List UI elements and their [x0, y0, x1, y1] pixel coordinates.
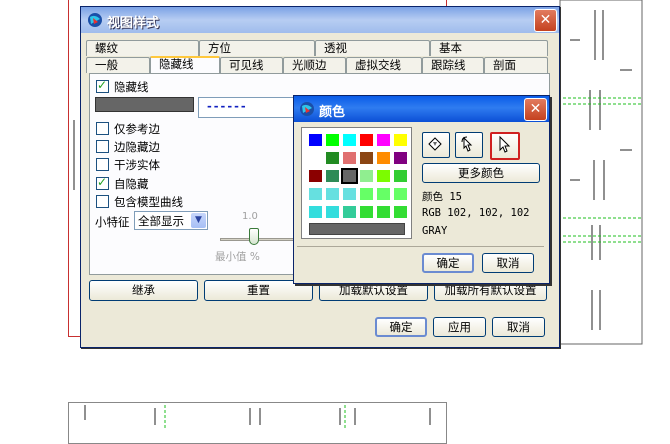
small-feature-value: 全部显示: [138, 214, 184, 228]
color-swatch[interactable]: [377, 134, 390, 146]
color-swatch[interactable]: [377, 152, 390, 164]
color-cancel-button[interactable]: 取消: [482, 253, 534, 273]
color-swatch[interactable]: [360, 188, 373, 200]
bucket-icon: [428, 137, 442, 151]
arrow-undo-icon: [461, 136, 473, 152]
line-color-button[interactable]: [95, 97, 194, 112]
edges-hide-edges-label: 边隐藏边: [114, 140, 160, 154]
color-swatch[interactable]: [309, 170, 322, 182]
chevron-down-icon[interactable]: ▼: [191, 213, 206, 228]
drawing-frame-lower: [68, 402, 447, 444]
color-swatch[interactable]: [343, 188, 356, 200]
tab-row-1: 螺纹 方位 透视 基本: [86, 40, 552, 56]
tab-trace-lines[interactable]: 跟踪线: [422, 57, 484, 73]
small-feature-label: 小特征: [95, 215, 130, 229]
app-logo-icon: [300, 102, 314, 116]
ok-button[interactable]: 确定: [375, 317, 427, 337]
dialog-title: 视图样式: [107, 16, 160, 31]
color-swatch[interactable]: [377, 170, 390, 182]
self-hidden-label: 自隐藏: [114, 177, 149, 191]
color-swatch[interactable]: [360, 170, 373, 182]
color-dialog-close-button[interactable]: ✕: [524, 98, 547, 121]
interfering-solids-label: 干涉实体: [114, 158, 160, 172]
color-swatch[interactable]: [341, 168, 358, 184]
inherit-button[interactable]: 继承: [89, 280, 198, 301]
color-swatch[interactable]: [309, 188, 322, 200]
color-swatch[interactable]: [360, 152, 373, 164]
rgb-label: RGB 102, 102, 102: [422, 207, 530, 219]
undo-pick-button[interactable]: [455, 132, 483, 158]
color-swatch[interactable]: [394, 170, 407, 182]
selected-color-preview: [309, 223, 405, 235]
color-swatch[interactable]: [360, 134, 373, 146]
close-button[interactable]: ✕: [534, 9, 557, 32]
cancel-button[interactable]: 取消: [492, 317, 545, 337]
color-dialog-titlebar[interactable]: 颜色 ✕: [294, 96, 549, 122]
tab-virtual-intersections[interactable]: 虚拟交线: [346, 57, 422, 73]
slider-value-label: 1.0: [242, 211, 258, 222]
color-swatch[interactable]: [309, 206, 322, 218]
color-swatch[interactable]: [343, 206, 356, 218]
color-swatch[interactable]: [377, 206, 390, 218]
divider: [297, 246, 544, 247]
color-index-label: 颜色 15: [422, 191, 462, 203]
slider-min-label: 最小值 %: [215, 251, 260, 263]
tab-perspective[interactable]: 透视: [315, 40, 430, 56]
select-pointer-button[interactable]: [490, 132, 520, 160]
tab-general[interactable]: 一般: [86, 57, 150, 73]
pointer-icon: [499, 135, 511, 153]
tab-basic[interactable]: 基本: [430, 40, 548, 56]
hidden-lines-checkbox[interactable]: [96, 78, 109, 93]
tab-hidden-lines[interactable]: 隐藏线: [150, 56, 220, 73]
tab-orientation[interactable]: 方位: [199, 40, 315, 56]
interfering-solids-checkbox[interactable]: [96, 158, 109, 171]
edges-hide-edges-checkbox[interactable]: [96, 140, 109, 153]
apply-button[interactable]: 应用: [433, 317, 486, 337]
line-style-dropdown[interactable]: ------: [198, 97, 302, 118]
color-swatch[interactable]: [309, 134, 322, 146]
color-swatch[interactable]: [394, 134, 407, 146]
color-swatch[interactable]: [394, 188, 407, 200]
color-swatch[interactable]: [377, 188, 390, 200]
color-swatch[interactable]: [326, 152, 339, 164]
line-style-value: ------: [207, 99, 248, 113]
more-colors-button[interactable]: 更多颜色: [422, 163, 540, 183]
color-swatch[interactable]: [326, 134, 339, 146]
reference-edges-label: 仅参考边: [114, 122, 160, 136]
color-swatch[interactable]: [309, 152, 322, 164]
color-swatch[interactable]: [326, 188, 339, 200]
app-logo-icon: [88, 13, 102, 27]
color-swatch[interactable]: [360, 206, 373, 218]
tab-section[interactable]: 剖面: [484, 57, 548, 73]
color-pick-tool-button[interactable]: [422, 132, 450, 158]
dialog-titlebar[interactable]: 视图样式 ✕: [81, 7, 559, 33]
small-feature-select[interactable]: 全部显示 ▼: [134, 211, 208, 230]
color-swatch[interactable]: [343, 134, 356, 146]
slider-track: [220, 238, 300, 241]
color-name-label: GRAY: [422, 225, 448, 237]
reference-edges-checkbox[interactable]: [96, 122, 109, 135]
color-swatch[interactable]: [343, 152, 356, 164]
self-hidden-checkbox[interactable]: [96, 175, 109, 190]
slider-handle[interactable]: [249, 228, 259, 245]
color-swatch[interactable]: [326, 170, 339, 182]
tab-thread[interactable]: 螺纹: [86, 40, 199, 56]
color-swatch[interactable]: [394, 152, 407, 164]
color-dialog: 颜色 ✕ 更多颜色 颜色 15 RGB 102, 102, 102 GRAY 确…: [293, 95, 550, 284]
tab-smooth-edges[interactable]: 光顺边: [283, 57, 346, 73]
include-model-curves-checkbox[interactable]: [96, 195, 109, 208]
tab-row-2: 一般 隐藏线 可见线 光顺边 虚拟交线 跟踪线 剖面: [86, 56, 552, 73]
include-model-curves-label: 包含模型曲线: [114, 195, 183, 209]
color-swatch[interactable]: [394, 206, 407, 218]
tab-visible-lines[interactable]: 可见线: [220, 57, 283, 73]
hidden-lines-label: 隐藏线: [114, 80, 149, 94]
color-ok-button[interactable]: 确定: [422, 253, 474, 273]
color-swatch[interactable]: [326, 206, 339, 218]
color-dialog-title: 颜色: [319, 105, 346, 120]
